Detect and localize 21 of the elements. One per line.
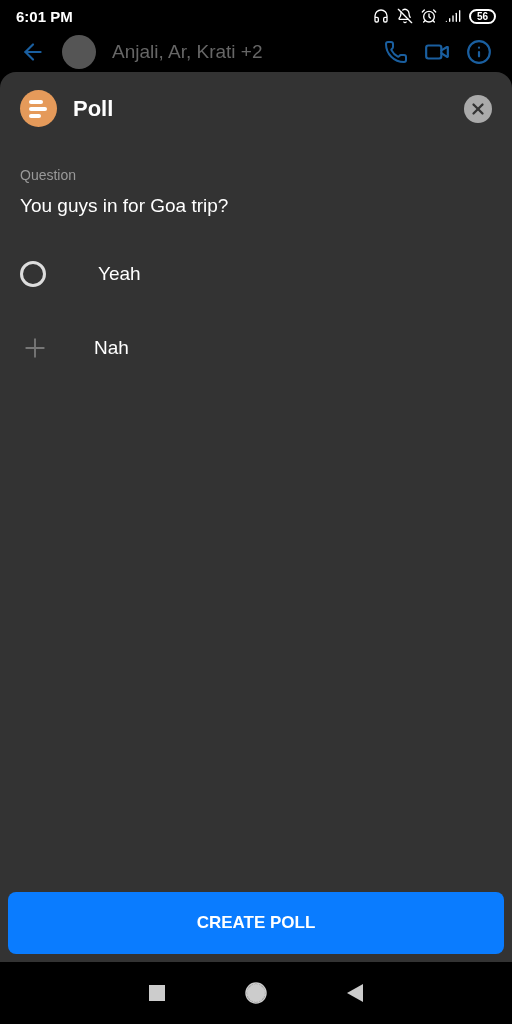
back-triangle-icon[interactable]: [347, 984, 363, 1002]
group-avatar: [62, 35, 96, 69]
home-icon[interactable]: [245, 982, 267, 1004]
radio-button[interactable]: [20, 261, 46, 287]
option-label[interactable]: Yeah: [98, 263, 141, 285]
info-icon[interactable]: [466, 39, 492, 65]
headphones-icon: [372, 8, 389, 24]
poll-icon: [20, 90, 57, 127]
phone-icon[interactable]: [384, 40, 408, 64]
option-field[interactable]: Nah: [94, 337, 129, 359]
battery-level: 56: [468, 8, 496, 24]
sheet-title: Poll: [73, 95, 115, 122]
mute-icon: [396, 8, 413, 24]
chat-title: Anjali, Ar, Krati +2: [112, 41, 264, 63]
clock-time: 6:01 PM: [16, 7, 73, 25]
create-poll-button[interactable]: CREATE POLL: [8, 892, 504, 954]
close-button[interactable]: [464, 94, 492, 123]
question-label: Question: [20, 167, 78, 183]
question-field[interactable]: You guys in for Goa trip?: [20, 195, 492, 217]
alarm-icon: [420, 8, 437, 24]
signal-icon: [444, 8, 461, 24]
